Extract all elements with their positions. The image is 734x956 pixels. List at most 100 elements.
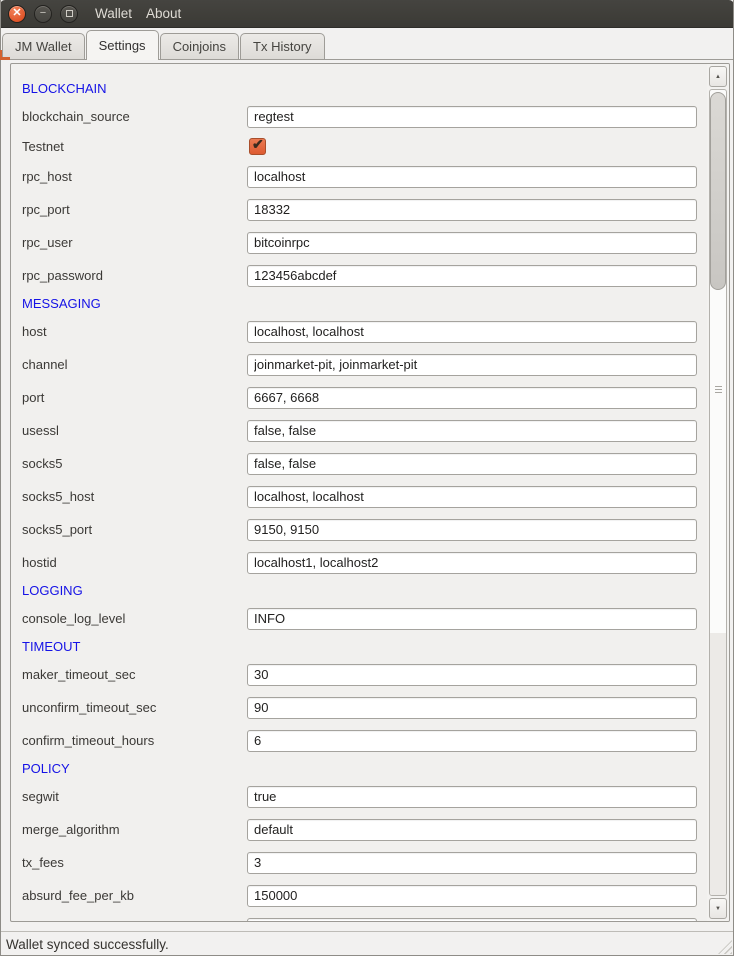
status-text: Wallet synced successfully.	[6, 937, 169, 952]
settings-row: channel	[11, 348, 707, 381]
settings-row: socks5_host	[11, 480, 707, 513]
field-label: socks5_port	[22, 522, 247, 537]
field-label: usessl	[22, 423, 247, 438]
close-button[interactable]: ✕	[8, 5, 26, 23]
focus-corner-accent	[0, 57, 10, 60]
settings-row: confirm_timeout_hours	[11, 724, 707, 757]
settings-row: absurd_fee_per_kb	[11, 879, 707, 912]
minimize-icon: −	[40, 8, 46, 19]
settings-row: port	[11, 381, 707, 414]
settings-row	[11, 912, 707, 921]
tab-bar: JM WalletSettingsCoinjoinsTx History	[0, 28, 734, 60]
field-label: socks5	[22, 456, 247, 471]
settings-row: console_log_level	[11, 602, 707, 635]
settings-row: unconfirm_timeout_sec	[11, 691, 707, 724]
field-input-rpc_host[interactable]	[247, 166, 697, 188]
field-label: console_log_level	[22, 611, 247, 626]
settings-pane: BLOCKCHAIN blockchain_source Testnet ✔ rpc_h…	[0, 60, 734, 931]
field-label: rpc_host	[22, 169, 247, 184]
field-input-socks5[interactable]	[247, 453, 697, 475]
tab-coinjoins[interactable]: Coinjoins	[160, 33, 239, 59]
settings-row: blockchain_source	[11, 100, 707, 133]
section-title-blockchain: BLOCKCHAIN	[11, 77, 707, 100]
settings-row: rpc_user	[11, 226, 707, 259]
settings-row: maker_timeout_sec	[11, 658, 707, 691]
field-input-segwit[interactable]	[247, 786, 697, 808]
field-label: unconfirm_timeout_sec	[22, 700, 247, 715]
vertical-scrollbar[interactable]: ▲ ▼	[707, 64, 729, 921]
close-icon: ✕	[12, 8, 21, 19]
field-input-host[interactable]	[247, 321, 697, 343]
field-label: segwit	[22, 789, 247, 804]
section-title-logging: LOGGING	[11, 579, 707, 602]
status-bar: Wallet synced successfully.	[0, 931, 734, 956]
field-input-maker_timeout_sec[interactable]	[247, 664, 697, 686]
scrollbar-track-lower[interactable]	[710, 633, 726, 895]
field-label: Testnet	[22, 139, 247, 154]
settings-row: socks5_port	[11, 513, 707, 546]
field-input-port[interactable]	[247, 387, 697, 409]
field-input-usessl[interactable]	[247, 420, 697, 442]
field-input-socks5_port[interactable]	[247, 519, 697, 541]
scroll-up-icon: ▲	[715, 74, 721, 80]
settings-row: rpc_port	[11, 193, 707, 226]
title-bar: ✕ − WalletAbout	[0, 0, 734, 28]
field-label: channel	[22, 357, 247, 372]
tab-jm-wallet[interactable]: JM Wallet	[2, 33, 85, 59]
maximize-icon	[66, 10, 73, 17]
field-label: host	[22, 324, 247, 339]
field-label: rpc_port	[22, 202, 247, 217]
field-input-confirm_timeout_hours[interactable]	[247, 730, 697, 752]
scrollbar-thumb[interactable]	[710, 92, 726, 290]
testnet-checkbox[interactable]: ✔	[249, 138, 266, 155]
settings-form: BLOCKCHAIN blockchain_source Testnet ✔ rpc_h…	[11, 64, 707, 921]
section-title-messaging: MESSAGING	[11, 292, 707, 315]
scroll-down-button[interactable]: ▼	[709, 898, 727, 919]
field-input-unconfirm_timeout_sec[interactable]	[247, 697, 697, 719]
tab-tx-history[interactable]: Tx History	[240, 33, 325, 59]
scrollbar-track[interactable]	[709, 89, 727, 896]
menu-item-about[interactable]: About	[139, 6, 188, 21]
settings-row: segwit	[11, 780, 707, 813]
minimize-button[interactable]: −	[34, 5, 52, 23]
field-label: port	[22, 390, 247, 405]
resize-grip-icon[interactable]	[718, 940, 732, 954]
field-input-tx_fees[interactable]	[247, 852, 697, 874]
field-input-blockchain_source[interactable]	[247, 106, 697, 128]
menu-bar: WalletAbout	[88, 6, 188, 21]
field-label: blockchain_source	[22, 109, 247, 124]
field-input-rpc_password[interactable]	[247, 265, 697, 287]
scroll-up-button[interactable]: ▲	[709, 66, 727, 87]
menu-item-wallet[interactable]: Wallet	[88, 6, 139, 21]
field-label: merge_algorithm	[22, 822, 247, 837]
settings-row: socks5	[11, 447, 707, 480]
field-input-socks5_host[interactable]	[247, 486, 697, 508]
field-label: socks5_host	[22, 489, 247, 504]
field-input-partial[interactable]	[247, 918, 697, 922]
field-input-rpc_port[interactable]	[247, 199, 697, 221]
checkmark-icon: ✔	[252, 136, 264, 153]
field-input-absurd_fee_per_kb[interactable]	[247, 885, 697, 907]
field-label: maker_timeout_sec	[22, 667, 247, 682]
field-input-merge_algorithm[interactable]	[247, 819, 697, 841]
section-title-policy: POLICY	[11, 757, 707, 780]
scroll-down-icon: ▼	[715, 906, 721, 912]
field-label: confirm_timeout_hours	[22, 733, 247, 748]
field-input-console_log_level[interactable]	[247, 608, 697, 630]
field-input-rpc_user[interactable]	[247, 232, 697, 254]
settings-row: tx_fees	[11, 846, 707, 879]
maximize-button[interactable]	[60, 5, 78, 23]
field-label: tx_fees	[22, 855, 247, 870]
field-input-hostid[interactable]	[247, 552, 697, 574]
field-label: rpc_password	[22, 268, 247, 283]
settings-row: rpc_host	[11, 160, 707, 193]
field-label: rpc_user	[22, 235, 247, 250]
field-label: absurd_fee_per_kb	[22, 888, 247, 903]
settings-row: host	[11, 315, 707, 348]
settings-scroll-area: BLOCKCHAIN blockchain_source Testnet ✔ rpc_h…	[10, 63, 730, 922]
scrollbar-grip-icon	[715, 386, 722, 395]
field-label: hostid	[22, 555, 247, 570]
section-title-timeout: TIMEOUT	[11, 635, 707, 658]
tab-settings[interactable]: Settings	[86, 30, 159, 60]
field-input-channel[interactable]	[247, 354, 697, 376]
